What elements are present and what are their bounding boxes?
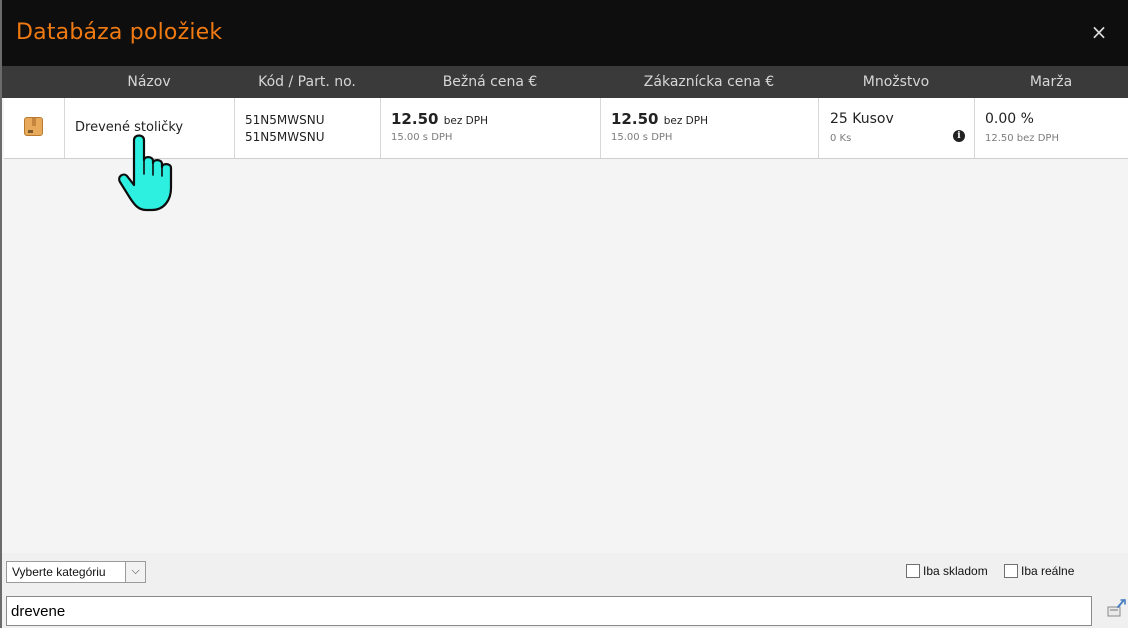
row-code-cell[interactable]: 51N5MWSNU 51N5MWSNU [235,98,381,158]
item-database-dialog: Databáza položiek × Názov Kód / Part. no… [0,0,1128,628]
only-in-stock-label: Iba skladom [923,564,988,578]
category-select[interactable]: Vyberte kategóriu ⌵ [6,561,146,583]
item-part-no: 51N5MWSNU [245,130,325,144]
column-header-margin[interactable]: Marža [974,66,1128,98]
regular-price-vat: 15.00 s DPH [391,132,453,143]
clear-search-icon[interactable] [1106,597,1126,619]
row-quantity-cell[interactable]: 25 Kusov 0 Ks i [819,98,975,158]
row-customer-price-cell[interactable]: 12.50 bez DPH 15.00 s DPH [601,98,819,158]
dialog-titlebar: Databáza položiek × [2,0,1128,66]
item-margin-sub: 12.50 bez DPH [985,133,1059,144]
column-header-code[interactable]: Kód / Part. no. [234,66,380,98]
table-header: Názov Kód / Part. no. Bežná cena € Zákaz… [2,66,1128,98]
regular-price: 12.50 bez DPH [391,110,488,128]
regular-price-suffix: bez DPH [443,115,488,127]
item-margin: 0.00 % [985,111,1034,127]
row-name-cell[interactable]: Drevené stoličky [65,98,235,158]
row-regular-price-cell[interactable]: 12.50 bez DPH 15.00 s DPH [381,98,601,158]
filter-bar: Vyberte kategóriu ⌵ Iba skladom Iba reál… [2,553,1128,628]
only-real-checkbox[interactable] [1004,564,1018,578]
search-input[interactable] [6,596,1092,626]
customer-price-suffix: bez DPH [663,115,708,127]
row-icon-cell [4,98,65,158]
column-header-name[interactable]: Názov [64,66,234,98]
column-header-regular-price[interactable]: Bežná cena € [380,66,600,98]
chevron-down-icon[interactable]: ⌵ [125,562,145,582]
customer-price: 12.50 bez DPH [611,110,708,128]
row-margin-cell[interactable]: 0.00 % 12.50 bez DPH [975,98,1128,158]
customer-price-vat: 15.00 s DPH [611,132,673,143]
column-header-customer-price[interactable]: Zákaznícka cena € [600,66,818,98]
package-icon [24,117,43,136]
item-code: 51N5MWSNU [245,113,325,127]
table-row[interactable]: Drevené stoličky 51N5MWSNU 51N5MWSNU 12.… [4,98,1128,159]
only-real-label: Iba reálne [1021,564,1075,578]
regular-price-value: 12.50 [391,110,439,128]
dialog-title: Databáza položiek [16,20,223,45]
item-name: Drevené stoličky [75,120,184,135]
column-header-quantity[interactable]: Množstvo [818,66,974,98]
close-button[interactable]: × [1088,20,1110,44]
only-real-filter[interactable]: Iba reálne [1004,563,1074,579]
item-quantity-sub: 0 Ks [830,133,852,144]
category-select-value: Vyberte kategóriu [12,565,106,579]
customer-price-value: 12.50 [611,110,659,128]
info-icon[interactable]: i [953,130,965,142]
only-in-stock-checkbox[interactable] [906,564,920,578]
item-quantity: 25 Kusov [830,111,894,127]
only-in-stock-filter[interactable]: Iba skladom [906,563,988,579]
